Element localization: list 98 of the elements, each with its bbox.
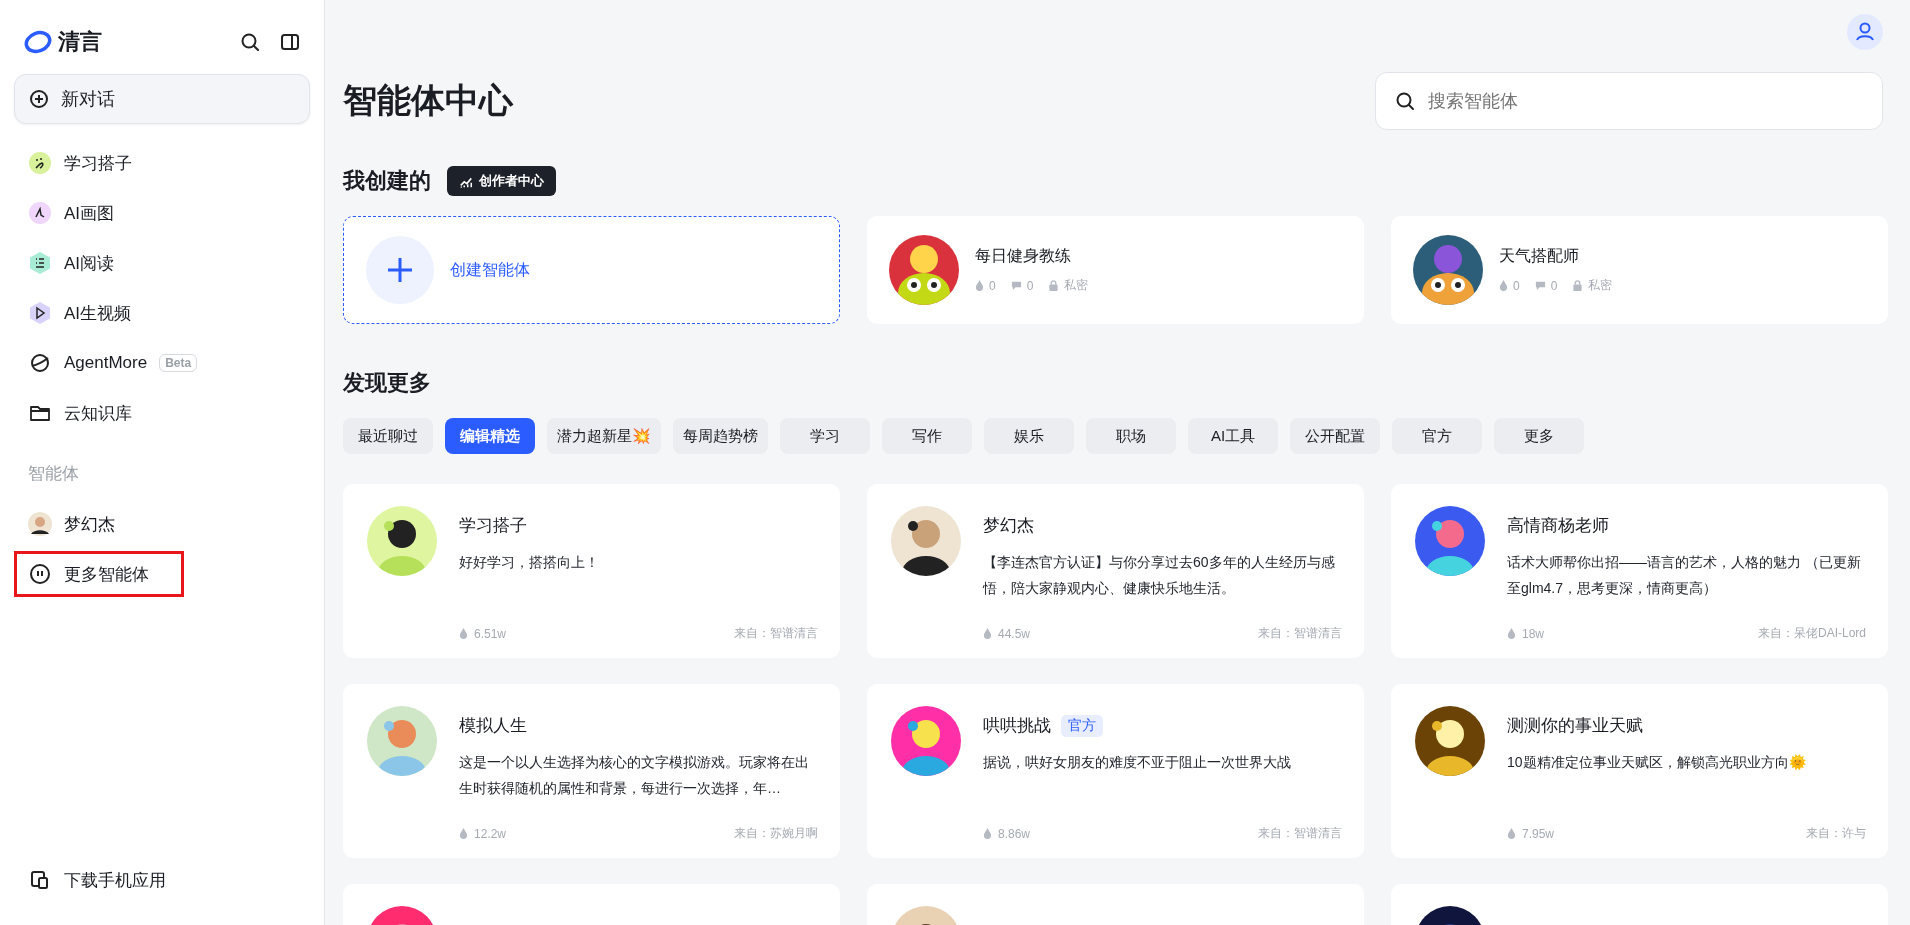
download-app-link[interactable]: 下载手机应用 [14, 857, 310, 903]
comment-count: 0 [1550, 278, 1558, 293]
visibility-label: 私密 [1588, 277, 1613, 294]
section-heading: 发现更多 [343, 369, 432, 397]
agent-card[interactable]: 哄哄挑战 官方 据说，哄好女朋友的难度不亚于阻止一次世界大战 8.86w 来自：智谱清言 [867, 684, 1364, 858]
category-tab[interactable]: 每周趋势榜 [673, 418, 768, 454]
nav-item[interactable]: AI阅读 [14, 240, 310, 286]
agent-description: 据说，哄好女朋友的难度不亚于阻止一次世界大战 [983, 753, 1292, 772]
use-count: 44.5w [998, 626, 1031, 641]
create-agent-card[interactable]: 创建智能体 [343, 216, 840, 324]
agent-description: 话术大师帮你出招——语言的艺术，人格的魅力 （已更新至glm4.7，思考更深，情商更高） [1507, 553, 1862, 598]
agent-source: 来自：苏婉月啊 [734, 825, 818, 842]
search-field[interactable]: 搜索智能体 [1375, 72, 1883, 130]
category-tab[interactable]: 公开配置 [1290, 418, 1380, 454]
category-tab[interactable]: 官方 [1392, 418, 1482, 454]
agent-source: 来自：智谱清言 [1258, 625, 1342, 642]
agent-name: 学习搭子 [459, 515, 527, 537]
beta-badge: Beta [159, 354, 198, 372]
use-count: 18w [1522, 626, 1544, 641]
agent-source: 来自：许与 [1806, 825, 1866, 842]
visibility-label: 私密 [1064, 277, 1089, 294]
agent-card[interactable]: 模拟人生 这是一个以人生选择为核心的文字模拟游戏。玩家将在出生时获得随机的属性和背景，每进行一次选择，年… 12.2w 来自：苏婉月啊 [343, 684, 840, 858]
use-count: 8.86w [998, 826, 1031, 841]
agent-source: 来自：呆佬DAI-Lord [1757, 625, 1866, 642]
agent-name: 模拟人生 [459, 715, 527, 737]
user-avatar-icon[interactable] [1847, 14, 1883, 50]
comment-icon [1534, 280, 1546, 291]
lock-icon [1572, 280, 1584, 291]
new-chat-icon [29, 89, 49, 109]
brand-name: 清言 [58, 28, 102, 56]
section-title: 智能体 [28, 463, 80, 485]
category-tab[interactable]: 写作 [882, 418, 972, 454]
use-count: 12.2w [474, 826, 507, 841]
logo-icon [24, 30, 52, 54]
category-tab[interactable]: 更多 [1494, 418, 1584, 454]
agent-face-icon [28, 562, 52, 586]
orbit-icon [28, 351, 52, 375]
agent-name: 高情商杨老师 [1507, 515, 1609, 537]
agent-name: 天气搭配师 [1499, 246, 1580, 266]
like-count: 0 [989, 278, 996, 293]
creator-center-button[interactable]: 创作者中心 [447, 166, 556, 196]
nav-item[interactable]: 云知识库 [14, 390, 310, 436]
agent-source: 来自：智谱清言 [734, 625, 818, 642]
nav-item[interactable]: AgentMore Beta [14, 340, 310, 386]
category-tab[interactable]: 学习 [780, 418, 870, 454]
nav-item[interactable]: AI生视频 [14, 290, 310, 336]
agent-description: 【李连杰官方认证】与你分享过去60多年的人生经历与感悟，陪大家静观内心、健康快乐地生活。 [983, 553, 1336, 598]
agent-source: 来自：智谱清言 [1258, 825, 1342, 842]
agent-description: 10题精准定位事业天赋区，解锁高光职业方向🌞 [1507, 753, 1807, 772]
drop-icon [1507, 828, 1516, 839]
drop-icon [1499, 280, 1508, 291]
brush-icon [28, 201, 52, 225]
agent-name: 哄哄挑战 [983, 715, 1051, 737]
comment-icon [1010, 280, 1022, 291]
category-tab[interactable]: 娱乐 [984, 418, 1074, 454]
agent-item[interactable]: 梦幻杰 [14, 501, 310, 547]
agent-card[interactable]: 天气搭配师 0 0 私密 [1391, 216, 1888, 324]
agent-description: 好好学习，搭搭向上！ [459, 553, 600, 572]
list-icon [28, 251, 52, 275]
category-tab[interactable]: AI工具 [1188, 418, 1278, 454]
sidebar-toggle-icon[interactable] [280, 32, 300, 52]
play-icon [28, 301, 52, 325]
section-heading: 我创建的 [343, 167, 431, 195]
agent-description: 这是一个以人生选择为核心的文字模拟游戏。玩家将在出生时获得随机的属性和背景，每进行一次选择，年… [459, 753, 810, 798]
page-title: 智能体中心 [343, 80, 513, 121]
create-agent-label: 创建智能体 [450, 259, 530, 280]
plus-icon [366, 236, 434, 304]
use-count: 6.51w [474, 626, 507, 641]
drop-icon [1507, 628, 1516, 639]
drop-icon [459, 628, 468, 639]
drop-icon [975, 280, 984, 291]
search-icon[interactable] [240, 32, 260, 52]
category-tab[interactable]: 潜力超新星💥 [547, 418, 661, 454]
lock-icon [1048, 280, 1060, 291]
use-count: 7.95w [1522, 826, 1555, 841]
official-badge: 官方 [1061, 714, 1103, 737]
new-chat-button[interactable]: 新对话 [14, 74, 310, 124]
category-tab[interactable]: 职场 [1086, 418, 1176, 454]
nav-item[interactable]: AI画图 [14, 190, 310, 236]
agent-item[interactable]: 更多智能体 [14, 551, 184, 597]
agent-name: 梦幻杰 [983, 515, 1034, 537]
study-icon [28, 151, 52, 175]
search-icon [1395, 91, 1415, 111]
category-tab[interactable]: 编辑精选 [445, 418, 535, 454]
agent-card[interactable]: 测测你的事业天赋 10题精准定位事业天赋区，解锁高光职业方向🌞 7.95w 来自：许与 [1391, 684, 1888, 858]
drop-icon [983, 628, 992, 639]
drop-icon [459, 828, 468, 839]
agent-card[interactable]: 学习搭子 好好学习，搭搭向上！ 6.51w 来自：智谱清言 [343, 484, 840, 658]
drop-icon [983, 828, 992, 839]
like-count: 0 [1513, 278, 1520, 293]
comment-count: 0 [1026, 278, 1034, 293]
agent-name: 测测你的事业天赋 [1507, 715, 1643, 737]
category-tab[interactable]: 最近聊过 [343, 418, 433, 454]
agent-card[interactable]: 梦幻杰 【李连杰官方认证】与你分享过去60多年的人生经历与感悟，陪大家静观内心、健康快乐地生活。 44.5w 来自：智谱清言 [867, 484, 1364, 658]
nav-item[interactable]: 学习搭子 [14, 140, 310, 186]
agent-name: 每日健身教练 [975, 246, 1072, 266]
agent-card[interactable]: 高情商杨老师 话术大师帮你出招——语言的艺术，人格的魅力 （已更新至glm4.7，思考更深，情商更高） 18w 来自：呆佬DAI-Lord [1391, 484, 1888, 658]
agent-card[interactable]: 每日健身教练 0 0 私密 [867, 216, 1364, 324]
